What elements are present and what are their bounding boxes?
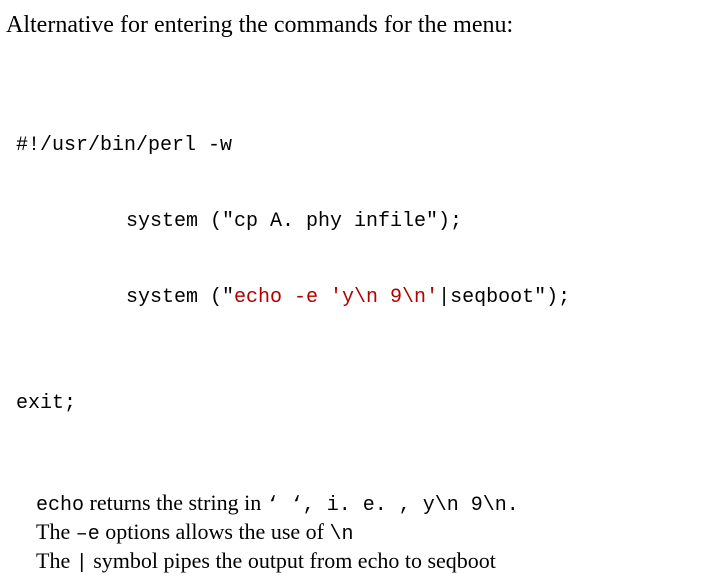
text: symbol pipes the output from echo to seq… — [88, 548, 496, 573]
code-text: |seqboot"); — [438, 286, 570, 309]
echo-keyword: echo — [36, 494, 84, 517]
text: The — [36, 548, 76, 573]
text: returns the string in — [84, 490, 267, 515]
page-title: Alternative for entering the commands fo… — [0, 0, 720, 39]
text: options allows the use of — [100, 519, 330, 544]
code-line-seqboot: system ("echo -e 'y\n 9\n'|seqboot"); — [16, 279, 704, 317]
desc-line-1: echo returns the string in ‘ ‘, i. e. , … — [36, 489, 692, 518]
quote-example: ‘ ‘, i. e. , y\n 9\n. — [267, 494, 519, 517]
newline-literal: \n — [329, 523, 353, 546]
code-line-cp: system ("cp A. phy infile"); — [16, 203, 704, 241]
desc-line-2: The –e options allows the use of \n — [36, 518, 692, 547]
code-line-exit: exit; — [16, 385, 704, 423]
pipe-symbol: | — [76, 552, 88, 575]
code-text: system (" — [126, 286, 234, 309]
code-line-shebang: #!/usr/bin/perl -w — [16, 127, 704, 165]
flag-e: –e — [76, 523, 100, 546]
description-block: echo returns the string in ‘ ‘, i. e. , … — [0, 461, 720, 576]
text: The — [36, 519, 76, 544]
code-block: #!/usr/bin/perl -w system ("cp A. phy in… — [0, 39, 720, 461]
echo-command: echo -e 'y\n 9\n' — [234, 286, 438, 309]
desc-line-3: The | symbol pipes the output from echo … — [36, 547, 692, 576]
